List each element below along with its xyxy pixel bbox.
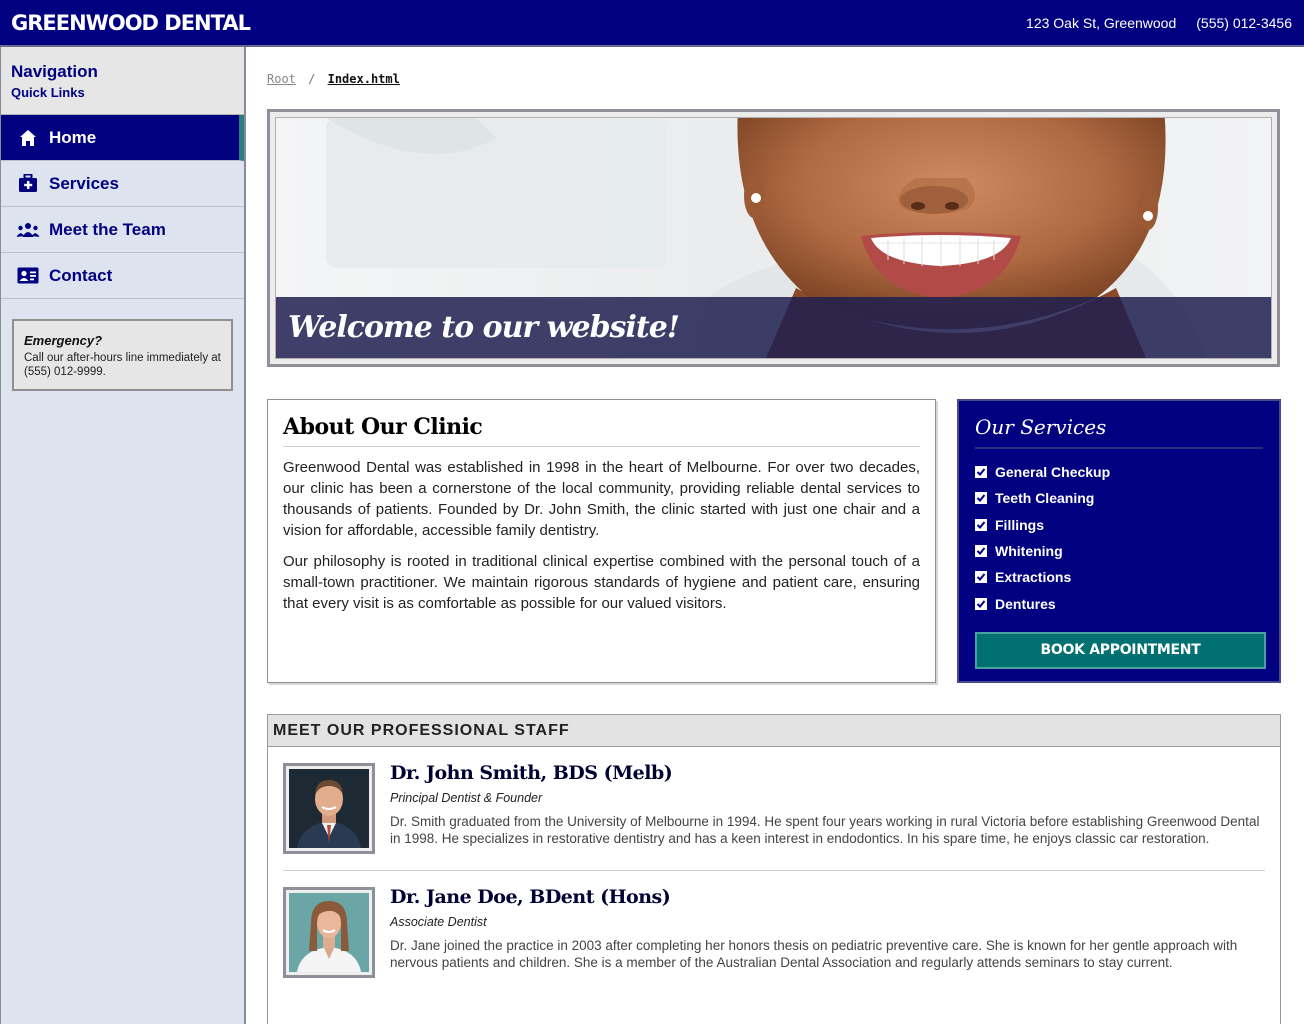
nav-title: Navigation <box>11 62 98 81</box>
about-paragraph-1: Greenwood Dental was established in 1998… <box>283 459 920 539</box>
hero-frame: Welcome to our website! <box>267 109 1280 367</box>
services-title: Our Services <box>975 415 1263 449</box>
checkbox-checked-icon <box>975 466 987 479</box>
service-label: Dentures <box>995 595 1056 612</box>
service-label: Fillings <box>995 516 1044 533</box>
about-section: About Our Clinic Greenwood Dental was es… <box>267 399 936 683</box>
site-header: GREENWOOD DENTAL 123 Oak St, Greenwood (… <box>0 0 1304 47</box>
header-phone[interactable]: (555) 012-3456 <box>1196 15 1292 31</box>
service-label: Whitening <box>995 543 1063 560</box>
staff-member: Dr. Jane Doe, BDent (Hons) Associate Den… <box>283 871 1265 994</box>
header-contact: 123 Oak St, Greenwood (555) 012-3456 <box>1026 15 1292 31</box>
checkbox-checked-icon <box>975 545 987 558</box>
sidebar-item-contact[interactable]: Contact <box>1 253 244 299</box>
service-item: Dentures <box>975 590 1263 616</box>
hero-banner-text: Welcome to our website! <box>288 310 680 345</box>
emergency-text: Call our after-hours line immediately at… <box>24 352 221 378</box>
home-icon <box>16 128 40 148</box>
service-item: Fillings <box>975 512 1263 538</box>
nav-header: Navigation Quick Links <box>1 47 244 115</box>
sidebar-item-label: Home <box>49 127 97 147</box>
sidebar-item-label: Contact <box>49 265 113 285</box>
breadcrumb-separator: / <box>308 72 316 86</box>
brand-logo[interactable]: GREENWOOD DENTAL <box>11 11 251 35</box>
sidebar-item-label: Meet the Team <box>49 219 166 239</box>
staff-member: Dr. John Smith, BDS (Melb) Principal Den… <box>283 747 1265 871</box>
staff-name: Dr. Jane Doe, BDent (Hons) <box>390 886 671 908</box>
staff-name: Dr. John Smith, BDS (Melb) <box>390 762 673 784</box>
avatar <box>283 763 375 854</box>
medical-bag-icon <box>16 174 40 194</box>
main-content: Root / Index.html Welcome to our website… <box>246 47 1304 1024</box>
sidebar: Navigation Quick Links Home Services Mee… <box>0 47 246 1024</box>
nav-subtitle: Quick Links <box>11 85 85 100</box>
breadcrumb-current[interactable]: Index.html <box>328 72 400 86</box>
staff-section: MEET OUR PROFESSIONAL STAFF Dr. John Smi… <box>267 714 1281 1024</box>
header-address: 123 Oak St, Greenwood <box>1026 14 1177 31</box>
hero-image: Welcome to our website! <box>275 117 1272 359</box>
sidebar-item-services[interactable]: Services <box>1 161 244 207</box>
staff-role: Associate Dentist <box>390 915 487 929</box>
service-item: Extractions <box>975 564 1263 590</box>
service-item: General Checkup <box>975 459 1263 485</box>
people-icon <box>16 220 40 240</box>
hero-banner: Welcome to our website! <box>276 297 1271 358</box>
checkbox-checked-icon <box>975 492 987 505</box>
staff-role: Principal Dentist & Founder <box>390 791 543 805</box>
service-label: Extractions <box>995 569 1072 586</box>
staff-bio: Dr. Jane joined the practice in 2003 aft… <box>390 938 1238 970</box>
staff-info: Dr. Jane Doe, BDent (Hons) Associate Den… <box>390 886 1265 978</box>
staff-photo-john-smith <box>289 769 369 848</box>
staff-bio: Dr. Smith graduated from the University … <box>390 814 1260 846</box>
emergency-title: Emergency? <box>24 333 103 348</box>
avatar <box>283 887 375 978</box>
service-item: Teeth Cleaning <box>975 485 1263 511</box>
service-item: Whitening <box>975 538 1263 564</box>
book-appointment-button[interactable]: BOOK APPOINTMENT <box>975 631 1266 669</box>
checkbox-checked-icon <box>975 597 987 610</box>
about-title: About Our Clinic <box>283 414 920 447</box>
contact-card-icon <box>16 266 40 286</box>
checkbox-checked-icon <box>975 571 987 584</box>
breadcrumb: Root / Index.html <box>267 72 400 86</box>
staff-photo-jane-doe <box>289 893 369 972</box>
emergency-box: Emergency? Call our after-hours line imm… <box>12 319 233 391</box>
checkbox-checked-icon <box>975 518 987 531</box>
sidebar-item-label: Services <box>49 173 119 193</box>
services-panel: Our Services General Checkup Teeth Clean… <box>957 399 1281 683</box>
about-paragraph-2: Our philosophy is rooted in traditional … <box>283 553 920 612</box>
breadcrumb-root[interactable]: Root <box>267 72 296 86</box>
services-list: General Checkup Teeth Cleaning Fillings … <box>975 459 1263 617</box>
service-label: General Checkup <box>995 464 1111 481</box>
sidebar-item-home[interactable]: Home <box>1 115 244 161</box>
staff-info: Dr. John Smith, BDS (Melb) Principal Den… <box>390 762 1265 854</box>
staff-heading: MEET OUR PROFESSIONAL STAFF <box>268 715 1280 747</box>
sidebar-item-team[interactable]: Meet the Team <box>1 207 244 253</box>
service-label: Teeth Cleaning <box>995 490 1095 507</box>
